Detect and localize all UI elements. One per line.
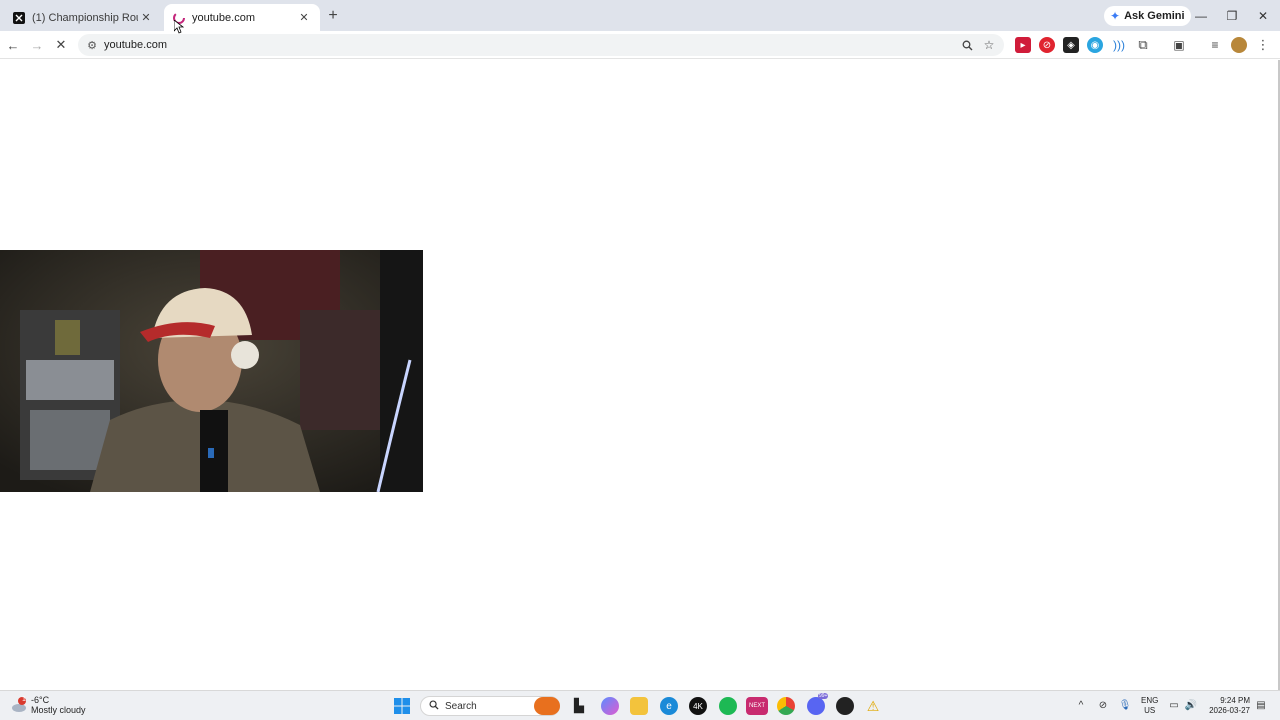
extension-red-icon[interactable]: ▸ <box>1015 37 1031 53</box>
url-input[interactable] <box>104 39 924 51</box>
weather-alert-badge: 1 <box>22 696 26 703</box>
weather-temp: -6°C <box>31 695 50 705</box>
side-panel-icon[interactable]: ▣ <box>1171 37 1187 53</box>
close-tab-icon[interactable]: ✕ <box>138 10 154 26</box>
clock-date: 2026-03-27 <box>1209 706 1250 715</box>
edge-browser-icon[interactable]: e <box>660 697 678 715</box>
extension-blue-icon[interactable]: ◉ <box>1087 37 1103 53</box>
webcam-overlay <box>0 250 423 492</box>
site-info-icon[interactable]: ⚙ <box>82 35 102 55</box>
minimize-icon[interactable]: — <box>1191 6 1211 26</box>
tab-youtube[interactable]: youtube.com ✕ <box>164 4 320 31</box>
language-code: ENG <box>1141 696 1159 705</box>
mouse-cursor-icon <box>174 20 184 34</box>
display-icon[interactable]: ▭ <box>1166 697 1182 713</box>
menu-dots-icon[interactable]: ⋮ <box>1255 37 1271 53</box>
zoom-icon[interactable] <box>958 36 976 54</box>
warning-icon[interactable]: ⚠ <box>864 697 882 715</box>
search-highlight-icon[interactable] <box>534 697 560 715</box>
close-icon[interactable]: ✕ <box>1253 6 1273 26</box>
stop-loading-icon[interactable]: ✕ <box>51 35 71 55</box>
extensions-puzzle-icon[interactable]: ⧉ <box>1135 37 1151 53</box>
network-off-icon[interactable]: ⊘ <box>1095 697 1111 713</box>
gemini-sparkle-icon: ✦ <box>1110 9 1121 23</box>
notification-badge: 99+ <box>818 693 829 699</box>
extension-dark-icon[interactable]: ◈ <box>1063 37 1079 53</box>
language-indicator[interactable]: ENG US <box>1141 696 1158 716</box>
restore-icon[interactable]: ❐ <box>1222 6 1242 26</box>
clock[interactable]: 9:24 PM 2026-03-27 <box>1204 696 1250 716</box>
gemini-label: Ask Gemini <box>1124 10 1185 22</box>
app-badge-icon[interactable] <box>836 697 854 715</box>
region-code: US <box>1144 706 1156 715</box>
back-arrow-icon[interactable]: ← <box>3 35 23 55</box>
tab-strip: (1) Championship Rounds on X ✕ youtube.c… <box>0 0 1280 31</box>
windows-start-icon[interactable] <box>393 697 411 715</box>
copilot-icon[interactable] <box>601 697 619 715</box>
chrome-icon[interactable] <box>777 697 795 715</box>
new-tab-button[interactable]: + <box>324 7 342 25</box>
windows-taskbar: 1 -6°C Mostly cloudy Search ▙ e 4K NEXT … <box>0 690 1280 720</box>
clock-time: 9:24 PM <box>1220 696 1250 705</box>
close-tab-icon[interactable]: ✕ <box>296 10 312 26</box>
search-placeholder: Search <box>445 700 477 712</box>
tab-title: youtube.com <box>192 11 255 24</box>
spotify-icon[interactable] <box>719 697 737 715</box>
browser-toolbar: ← → ✕ ⚙ ☆ ▸ ⊘ ◈ ◉ ))) ⧉ ▣ ≡ ⋮ <box>0 31 1280 59</box>
media-controls-icon[interactable]: ≡ <box>1207 37 1223 53</box>
next-app-icon[interactable]: NEXT <box>746 697 768 715</box>
volume-icon[interactable]: 🔊 <box>1183 697 1199 713</box>
tab-title: (1) Championship Rounds on X <box>32 11 138 24</box>
file-explorer-icon[interactable] <box>630 697 648 715</box>
profile-avatar[interactable] <box>1231 37 1247 53</box>
tab-championship-rounds[interactable]: (1) Championship Rounds on X ✕ <box>4 4 162 31</box>
4k-app-icon[interactable]: 4K <box>689 697 707 715</box>
extension-stop-icon[interactable]: ⊘ <box>1039 37 1055 53</box>
microphone-icon[interactable]: 🎙 <box>1117 697 1133 713</box>
address-bar[interactable]: ⚙ ☆ <box>78 34 1004 56</box>
ask-gemini-button[interactable]: ✦ Ask Gemini <box>1104 6 1191 26</box>
notifications-icon[interactable]: ▤ <box>1253 697 1269 713</box>
discord-icon[interactable]: 99+ <box>807 693 829 715</box>
bookmark-star-icon[interactable]: ☆ <box>980 36 998 54</box>
search-icon <box>429 700 439 713</box>
tray-overflow-icon[interactable]: ^ <box>1073 697 1089 713</box>
forward-arrow-icon[interactable]: → <box>27 35 47 55</box>
task-view-icon[interactable]: ▙ <box>570 697 588 715</box>
weather-icon: 1 <box>10 696 28 714</box>
weather-condition: Mostly cloudy <box>31 705 86 715</box>
extension-wave-icon[interactable]: ))) <box>1111 37 1127 53</box>
weather-widget[interactable]: 1 -6°C Mostly cloudy <box>10 695 86 715</box>
x-logo-icon <box>12 11 26 25</box>
